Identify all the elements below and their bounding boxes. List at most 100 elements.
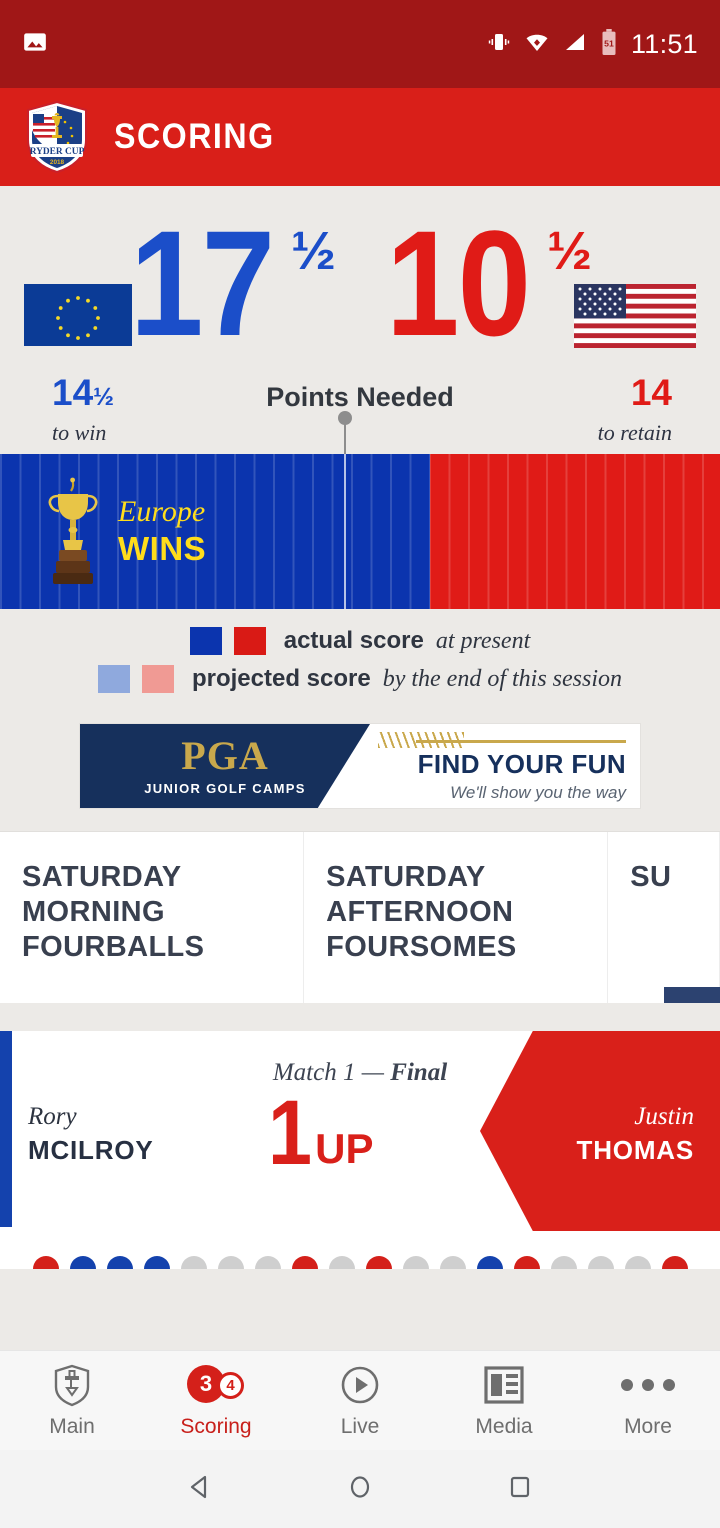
status-bar-left	[22, 29, 48, 60]
nav-label-media: Media	[475, 1414, 533, 1438]
legend-actual-note: at present	[435, 627, 531, 654]
legend-actual-label: actual score	[283, 627, 424, 654]
tab-saturday-afternoon-foursomes[interactable]: SATURDAY AFTERNOON FOURSOMES	[304, 832, 609, 1003]
nav-label-main: Main	[49, 1414, 95, 1438]
legend-swatch-europe-actual	[189, 627, 222, 655]
article-layout-icon	[484, 1363, 524, 1407]
ad-headline: FIND YOUR FUN	[417, 749, 626, 779]
status-bar: 51 11:51	[0, 0, 720, 88]
legend-swatch-usa-actual	[233, 627, 266, 655]
content-spacer	[0, 1003, 720, 1031]
nav-item-main[interactable]: Main	[0, 1363, 144, 1439]
wifi-icon	[524, 30, 550, 59]
hole-dot	[550, 1256, 577, 1269]
nav-item-live[interactable]: Live	[288, 1363, 432, 1439]
player-right-first-name: Justin	[634, 1103, 694, 1130]
hole-dot	[291, 1256, 318, 1269]
usa-score-fraction: ½	[546, 221, 592, 281]
tab-saturday-morning-fourballs[interactable]: SATURDAY MORNING FOURBALLS	[0, 832, 305, 1003]
signal-icon	[563, 30, 587, 59]
legend-row-projected: projected score by the end of this sessi…	[0, 665, 720, 693]
hole-dot	[661, 1256, 688, 1269]
hole-dot	[439, 1256, 466, 1269]
page-title: SCORING	[114, 117, 275, 156]
score-panel: 17 ½ 10 ½ 14½ to win 14 to retain Points…	[0, 186, 720, 457]
battery-icon: 51	[600, 28, 618, 60]
europe-score-fraction: ½	[290, 221, 336, 281]
bottom-navigation-bar[interactable]: Main 3 4 Scoring Live Media More	[0, 1350, 720, 1450]
ellipsis-icon	[621, 1363, 675, 1407]
ad-brand-panel: PGA JUNIOR GOLF CAMPS	[80, 724, 370, 808]
status-bar-right: 51 11:51	[487, 28, 698, 60]
usa-score-value: 10	[386, 199, 531, 367]
match-score: 1 UP	[268, 1082, 374, 1184]
hole-dot	[476, 1256, 503, 1269]
hole-dot	[587, 1256, 614, 1269]
usa-score: 10 ½	[386, 199, 592, 367]
app-screen: 51 11:51 RYDER CUP 2018 SCORING 17 ½ 10 …	[0, 0, 720, 1528]
app-bar: RYDER CUP 2018 SCORING	[0, 88, 720, 186]
match-score-suffix: UP	[315, 1124, 374, 1172]
hole-dot	[365, 1256, 392, 1269]
match-score-number: 1	[268, 1082, 313, 1184]
nav-item-more[interactable]: More	[576, 1363, 720, 1439]
ad-brand-name: PGA	[181, 733, 269, 778]
image-icon	[22, 29, 48, 60]
hole-dot	[106, 1256, 133, 1269]
points-needed-marker-pin	[338, 411, 352, 457]
hole-dot	[254, 1256, 281, 1269]
hole-dot	[143, 1256, 170, 1269]
android-system-navigation[interactable]	[0, 1450, 720, 1528]
home-circle-icon[interactable]	[345, 1472, 375, 1507]
player-right: Justin THOMAS	[577, 1103, 694, 1166]
tab-sunday-singles[interactable]: SU	[608, 832, 720, 1003]
hole-dot	[328, 1256, 355, 1269]
vibrate-icon	[487, 30, 511, 59]
hole-dot	[217, 1256, 244, 1269]
europe-needed-caption: to win	[52, 420, 107, 445]
europe-score-value: 17	[130, 199, 275, 367]
ryder-cup-shield-icon	[52, 1363, 92, 1407]
hole-by-hole-indicator	[0, 1231, 720, 1269]
pga-junior-golf-camps-ad[interactable]: PGA JUNIOR GOLF CAMPS FIND YOUR FUN We'l…	[79, 723, 641, 809]
hole-dot	[624, 1256, 651, 1269]
match-card[interactable]: Match 1 — Final Rory MCILROY Justin THOM…	[0, 1031, 720, 1231]
recents-square-icon[interactable]	[505, 1472, 535, 1507]
legend-swatch-usa-projected	[141, 665, 174, 693]
nav-label-scoring: Scoring	[180, 1414, 252, 1438]
legend-row-actual: actual score at present	[0, 627, 720, 655]
nav-item-scoring[interactable]: 3 4 Scoring	[144, 1363, 288, 1439]
player-left-last-name: MCILROY	[28, 1134, 154, 1165]
hole-dot	[513, 1256, 540, 1269]
hole-dot	[402, 1256, 429, 1269]
nav-item-media[interactable]: Media	[432, 1363, 576, 1439]
back-triangle-icon[interactable]	[185, 1472, 215, 1507]
session-tab-bar[interactable]: SATURDAY MORNING FOURBALLS SATURDAY AFTE…	[0, 831, 720, 1003]
progress-bar-winner: Europe WINS	[118, 496, 206, 569]
progress-bar-threshold-marker	[344, 454, 346, 609]
hole-dot	[32, 1256, 59, 1269]
match-status-label: Final	[390, 1059, 448, 1086]
progress-bar-stripes	[0, 454, 720, 609]
europe-score: 17 ½	[130, 199, 336, 367]
player-right-last-name: THOMAS	[576, 1134, 694, 1165]
tab-active-indicator	[664, 987, 720, 1003]
ad-brand-subtitle: JUNIOR GOLF CAMPS	[144, 781, 306, 796]
svg-text:2018: 2018	[50, 159, 65, 166]
scoring-badge-secondary: 4	[217, 1371, 244, 1399]
usa-needed-caption: to retain	[597, 420, 672, 445]
legend-projected-note: by the end of this session	[382, 665, 623, 692]
ryder-cup-logo-icon: RYDER CUP 2018	[24, 100, 90, 174]
legend-projected-label: projected score	[191, 665, 371, 692]
ad-divider-rule	[416, 740, 626, 743]
status-bar-clock: 11:51	[630, 28, 698, 59]
player-left-first-name: Rory	[28, 1103, 77, 1130]
svg-text:RYDER CUP: RYDER CUP	[30, 147, 85, 157]
player-left: Rory MCILROY	[28, 1103, 153, 1166]
us-flag-icon	[574, 284, 696, 348]
nav-label-more: More	[624, 1414, 672, 1438]
ad-message: FIND YOUR FUN We'll show you the way	[416, 734, 626, 803]
nav-label-live: Live	[340, 1414, 380, 1438]
winner-label: WINS	[118, 529, 207, 567]
legend-swatch-europe-projected	[97, 665, 130, 693]
